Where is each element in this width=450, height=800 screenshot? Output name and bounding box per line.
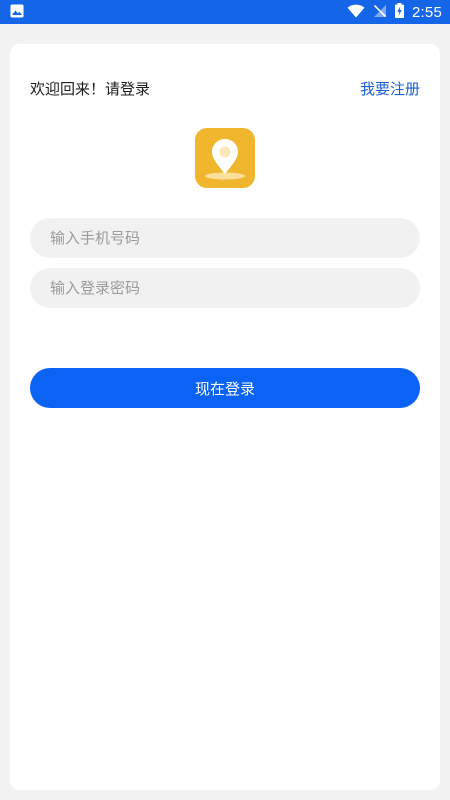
- password-input[interactable]: [30, 268, 420, 308]
- login-button[interactable]: 现在登录: [30, 368, 420, 408]
- status-time: 2:55: [412, 3, 442, 21]
- gallery-icon: [10, 3, 24, 22]
- welcome-heading: 欢迎回来！请登录: [30, 80, 151, 98]
- phone-input[interactable]: [30, 218, 420, 258]
- no-signal-icon: [373, 3, 387, 22]
- register-link[interactable]: 我要注册: [360, 78, 420, 99]
- app-logo: [195, 128, 255, 188]
- location-pin-icon: [195, 128, 255, 188]
- status-bar: 2:55: [0, 0, 450, 24]
- login-card: 欢迎回来！请登录 我要注册 现在登录: [10, 44, 440, 790]
- wifi-icon: [347, 3, 365, 22]
- battery-charging-icon: [395, 2, 404, 22]
